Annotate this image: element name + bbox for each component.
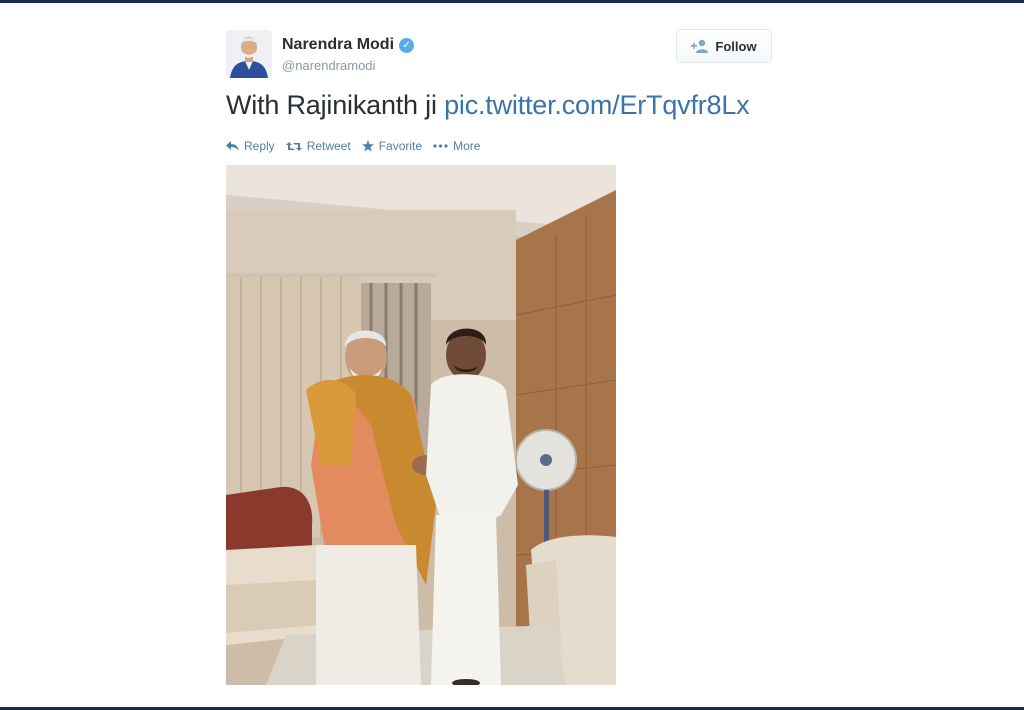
favorite-label: Favorite <box>378 139 423 153</box>
more-label: More <box>453 139 481 153</box>
author-info: Narendra Modi ✓ @narendramodi <box>282 36 415 73</box>
tweet-text: With Rajinikanth ji pic.twitter.com/ErTq… <box>226 90 750 121</box>
reply-icon <box>226 140 239 152</box>
follow-label: Follow <box>715 38 757 54</box>
retweet-button[interactable]: Retweet <box>285 139 351 153</box>
avatar[interactable] <box>226 30 272 78</box>
reply-label: Reply <box>244 139 275 153</box>
verified-badge-icon: ✓ <box>399 37 415 53</box>
star-icon <box>361 140 374 152</box>
follow-button[interactable]: Follow <box>676 29 772 63</box>
top-border <box>0 0 1024 3</box>
retweet-label: Retweet <box>306 139 351 153</box>
tweet-body: With Rajinikanth ji <box>226 90 437 120</box>
favorite-button[interactable]: Favorite <box>361 139 423 153</box>
more-button[interactable]: More <box>433 139 480 153</box>
reply-button[interactable]: Reply <box>226 139 275 153</box>
more-dots-icon <box>433 144 448 148</box>
tweet-photo[interactable] <box>226 165 616 685</box>
add-user-icon <box>691 39 709 53</box>
retweet-icon <box>285 141 302 152</box>
author-handle[interactable]: @narendramodi <box>282 58 414 73</box>
author-name[interactable]: Narendra Modi <box>282 36 394 54</box>
tweet-actions: Reply Retweet Favorite More <box>226 139 480 153</box>
tweet-link[interactable]: pic.twitter.com/ErTqvfr8Lx <box>444 90 750 120</box>
